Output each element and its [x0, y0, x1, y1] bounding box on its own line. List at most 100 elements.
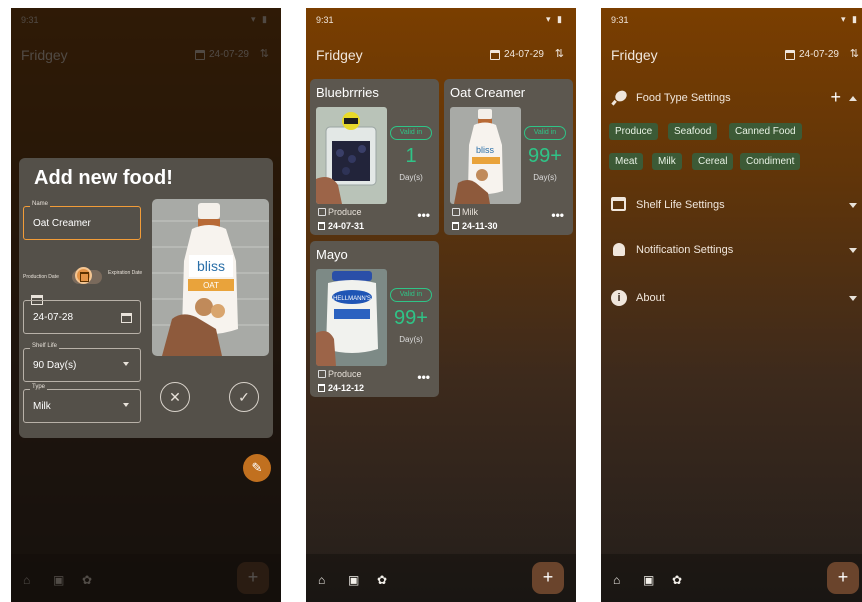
food-type-settings-label: Food Type Settings: [636, 92, 731, 104]
trash-icon: [452, 222, 459, 230]
trash-icon: [318, 384, 325, 392]
days-unit: Day(s): [533, 173, 557, 182]
cancel-button[interactable]: ✕: [160, 382, 190, 412]
mayo-photo: HELLMANN'S: [316, 269, 387, 366]
chip-produce[interactable]: Produce: [609, 123, 659, 140]
info-icon: i: [611, 290, 627, 306]
expiration-date-label: Expiration Date: [108, 270, 143, 276]
chevron-down-icon[interactable]: [849, 203, 857, 208]
status-bar: 9:31 ▾ ▮: [306, 8, 576, 30]
home-icon[interactable]: ⌂: [613, 573, 620, 587]
chevron-down-icon[interactable]: [849, 248, 857, 253]
expiry-date-label: 24-07-31: [328, 221, 365, 231]
edit-fab-button[interactable]: ✎: [243, 454, 271, 482]
drumstick-icon: [611, 90, 627, 106]
name-field[interactable]: Name Oat Creamer: [23, 201, 141, 240]
home-icon[interactable]: ⌂: [318, 573, 325, 587]
food-type: Produce: [318, 369, 362, 379]
days-unit: Day(s): [399, 173, 423, 182]
type-value: Milk: [33, 401, 51, 412]
shelf-life-settings-row[interactable]: Shelf Life Settings: [611, 195, 861, 217]
phone-food-grid: 9:31 ▾ ▮ Fridgey 24-07-29 ⇅ Bluebrrries …: [306, 8, 576, 602]
food-name: Mayo: [316, 247, 348, 262]
days-remaining: 99+: [528, 145, 562, 167]
type-select[interactable]: Type Milk: [23, 384, 141, 423]
app-bar: Fridgey 24-07-29 ⇅: [601, 42, 862, 68]
expiry-date-label: 24-11-30: [462, 221, 498, 231]
date-filter[interactable]: 24-07-29: [489, 49, 544, 60]
days-unit: Day(s): [399, 335, 423, 344]
more-options-button[interactable]: •••: [417, 370, 430, 384]
calendar-toggle-icon[interactable]: [75, 267, 92, 284]
food-type-settings-row[interactable]: Food Type Settings +: [611, 87, 861, 110]
bell-shape: [613, 243, 625, 256]
oat-creamer-photo: bliss: [450, 107, 521, 204]
expiry-date: 24-11-30: [452, 221, 498, 231]
add-food-button[interactable]: +: [532, 562, 564, 594]
chip-meat[interactable]: Meat: [609, 153, 644, 170]
chevron-up-icon[interactable]: [849, 96, 857, 101]
chip-milk[interactable]: Milk: [652, 153, 682, 170]
expiry-date-label: 24-12-12: [328, 383, 365, 393]
shelf-life-label: Shelf Life: [30, 343, 60, 349]
svg-text:HELLMANN'S: HELLMANN'S: [333, 296, 371, 302]
chip-seafood[interactable]: Seafood: [668, 123, 718, 140]
chip-canned-food[interactable]: Canned Food: [729, 123, 802, 140]
type-icon: [318, 370, 326, 378]
food-card[interactable]: Mayo HELLMANN'S Valid in 99+ Day(s) Prod…: [310, 241, 439, 397]
notification-settings-label: Notification Settings: [636, 244, 734, 256]
food-name: Bluebrrries: [316, 85, 379, 100]
more-options-button[interactable]: •••: [551, 208, 564, 222]
notification-settings-row[interactable]: Notification Settings: [611, 240, 861, 262]
production-date-label: Production Date: [23, 274, 59, 280]
chip-condiment[interactable]: Condiment: [740, 153, 801, 170]
days-remaining: 1: [405, 145, 417, 167]
food-photo[interactable]: bliss OAT: [152, 199, 269, 356]
valid-badge: Valid in: [524, 126, 566, 140]
svg-text:bliss: bliss: [476, 145, 495, 155]
app-bar: Fridgey 24-07-29 ⇅: [306, 42, 576, 68]
settings-icon[interactable]: ✿: [377, 573, 387, 587]
calendar-icon: [489, 49, 500, 60]
status-time: 9:31: [611, 15, 629, 25]
expiry-date: 24-12-12: [318, 383, 364, 393]
sort-icon[interactable]: ⇅: [850, 47, 859, 60]
info-glyph: i: [611, 290, 627, 306]
confirm-button[interactable]: ✓: [229, 382, 259, 412]
food-photo: [316, 107, 387, 204]
status-icons: ▾ ▮: [841, 14, 859, 24]
name-value: Oat Creamer: [33, 218, 91, 229]
name-label: Name: [30, 201, 51, 207]
food-type: Milk: [452, 207, 478, 217]
shelf-life-value: 90 Day(s): [33, 360, 77, 371]
food-photo: bliss: [450, 107, 521, 204]
calendar-picker-icon[interactable]: [121, 313, 132, 323]
date-filter[interactable]: 24-07-29: [784, 49, 839, 60]
calendar-icon: [784, 49, 795, 60]
settings-icon[interactable]: ✿: [672, 573, 682, 587]
food-type-label: Produce: [328, 369, 362, 379]
sort-icon[interactable]: ⇅: [555, 47, 564, 60]
bell-icon: [611, 242, 627, 258]
about-row[interactable]: i About: [611, 288, 861, 310]
blueberries-photo: [316, 107, 387, 204]
date-mode-toggle[interactable]: Production Date Expiration Date: [23, 266, 153, 288]
shelf-life-select[interactable]: Shelf Life 90 Day(s): [23, 343, 141, 382]
chevron-down-icon[interactable]: [849, 296, 857, 301]
chip-cereal[interactable]: Cereal: [692, 153, 734, 170]
status-bar: 9:31 ▾ ▮: [601, 8, 862, 30]
trash-icon: [318, 222, 325, 230]
food-type-label: Produce: [328, 207, 362, 217]
valid-badge: Valid in: [390, 126, 432, 140]
food-card[interactable]: Oat Creamer bliss Valid in 99+ Day(s) Mi…: [444, 79, 573, 235]
scan-icon[interactable]: ▣: [643, 573, 654, 587]
food-type-label: Milk: [462, 207, 478, 217]
more-options-button[interactable]: •••: [417, 208, 430, 222]
add-food-type-button[interactable]: +: [830, 87, 841, 108]
date-field[interactable]: 24-07-28: [23, 300, 141, 334]
food-photo: HELLMANN'S: [316, 269, 387, 366]
add-food-button[interactable]: +: [827, 562, 859, 594]
scan-icon[interactable]: ▣: [348, 573, 359, 587]
bottom-nav: ⌂ ▣ ✿ +: [306, 554, 576, 602]
food-card[interactable]: Bluebrrries Valid in 1 Day(s) Produce 24…: [310, 79, 439, 235]
